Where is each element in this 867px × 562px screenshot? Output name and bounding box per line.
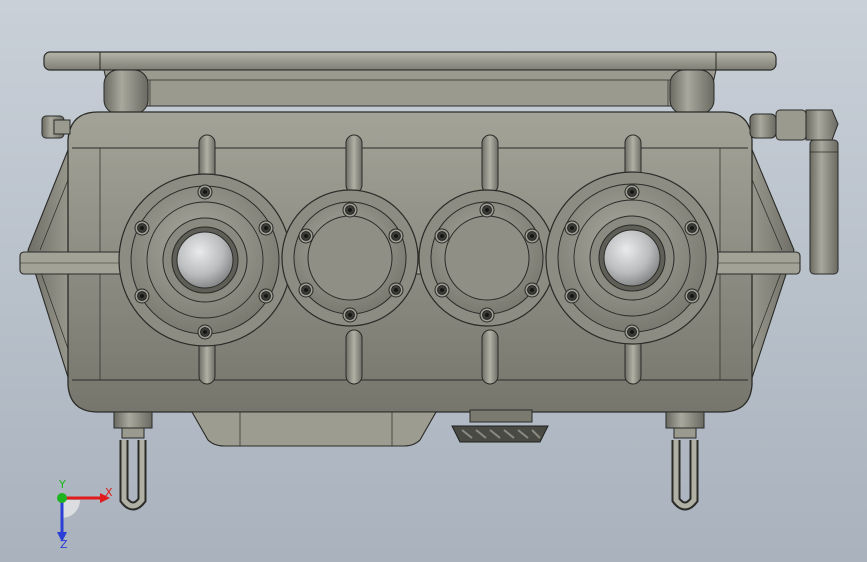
coordinate-triad: X Y Z [57,478,113,548]
oil-sump-cover [191,411,437,447]
y-axis-label: Y [58,478,66,491]
z-axis-label: Z [60,538,68,548]
drain-plug [451,409,549,443]
x-axis-label: X [105,486,113,499]
top-mounting-flange [43,51,777,115]
gearbox-housing-model[interactable] [0,0,867,562]
lifting-eye-right [665,411,705,511]
y-axis-dot [57,493,67,503]
graphics-viewport[interactable]: X Y Z [0,0,867,562]
side-plug-left [41,115,71,139]
bearing-boss-1 [118,173,292,347]
